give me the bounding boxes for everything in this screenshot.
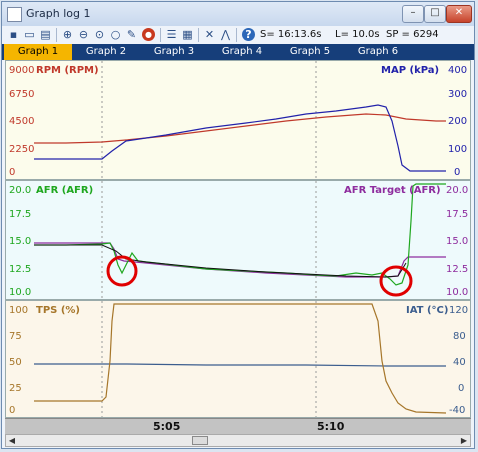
map-tick: 300: [448, 89, 468, 100]
afr-target-tick: 10.0: [446, 287, 469, 298]
rpm-tick: 4500: [9, 116, 35, 127]
rpm-map-plot: [34, 61, 446, 179]
window-title: Graph log 1: [26, 7, 91, 20]
toolbar-separator: [160, 28, 161, 42]
afr-tick: 12.5: [9, 264, 32, 275]
graph-tabs: Graph 1 Graph 2 Graph 3 Graph 4 Graph 5 …: [2, 44, 474, 60]
draw-icon[interactable]: ✎: [124, 27, 139, 42]
tps-tick: 75: [9, 331, 22, 342]
iat-tick: 40: [453, 357, 466, 368]
close-button[interactable]: ✕: [446, 5, 472, 23]
afr-tick: 17.5: [9, 209, 32, 220]
scroll-right-icon[interactable]: ▶: [458, 435, 470, 446]
toolbar-separator: [236, 28, 237, 42]
scroll-left-icon[interactable]: ◀: [6, 435, 18, 446]
rich-dip-highlight: [379, 265, 413, 297]
maximize-button[interactable]: □: [424, 5, 446, 23]
time-axis: 5:05 5:10: [5, 418, 471, 434]
rpm-map-panel[interactable]: RPM (RPM) MAP (kPa) 9000 6750 4500 2250 …: [5, 60, 471, 180]
tab-graph-2[interactable]: Graph 2: [72, 44, 140, 60]
tps-tick: 0: [9, 405, 16, 416]
rpm-tick: 6750: [9, 89, 35, 100]
afr-axis-title: AFR (AFR): [36, 185, 94, 196]
tab-graph-5[interactable]: Graph 5: [276, 44, 344, 60]
zoom-out-icon[interactable]: ⊖: [76, 27, 91, 42]
afr-plot: [34, 181, 446, 299]
afr-tick: 20.0: [9, 185, 32, 196]
tab-graph-3[interactable]: Graph 3: [140, 44, 208, 60]
time-label: 5:10: [317, 420, 345, 433]
graph-log-window: Graph log 1 – □ ✕ ▪ ▭ ▤ ⊕ ⊖ ⊙ ○ ✎ ● ☰ ▦ …: [1, 1, 475, 449]
afr-target-tick: 15.0: [446, 236, 469, 247]
tab-graph-1[interactable]: Graph 1: [4, 44, 72, 60]
tps-iat-plot: [34, 301, 447, 417]
tps-tick: 25: [9, 383, 22, 394]
afr-target-tick: 17.5: [446, 209, 469, 220]
map-tick: 0: [454, 167, 461, 178]
tps-iat-panel[interactable]: TPS (%) IAT (°C) 100 75 50 25 0 120 80 4…: [5, 300, 471, 418]
map-tick: 200: [448, 116, 468, 127]
stop-icon[interactable]: ●: [142, 28, 155, 41]
time-label: 5:05: [153, 420, 181, 433]
status-length: L= 10.0s: [335, 29, 380, 40]
tab-graph-6[interactable]: Graph 6: [344, 44, 412, 60]
afr-tick: 10.0: [9, 287, 32, 298]
rpm-axis-title: RPM (RPM): [36, 65, 99, 76]
export-icon[interactable]: ▤: [38, 27, 53, 42]
tab-graph-4[interactable]: Graph 4: [208, 44, 276, 60]
iat-trace: [34, 363, 446, 367]
title-bar[interactable]: Graph log 1 – □ ✕: [2, 2, 474, 26]
zoom-fit-icon[interactable]: ⊙: [92, 27, 107, 42]
lean-dip-highlight: [106, 255, 138, 287]
zoom-in-icon[interactable]: ⊕: [60, 27, 75, 42]
iat-tick: 80: [453, 331, 466, 342]
rpm-trace: [34, 113, 446, 144]
open-icon[interactable]: ▭: [22, 27, 37, 42]
iat-tick: 0: [458, 383, 465, 394]
tps-tick: 50: [9, 357, 22, 368]
toolbar: ▪ ▭ ▤ ⊕ ⊖ ⊙ ○ ✎ ● ☰ ▦ ✕ ⋀ ? S= 16:13.6s …: [2, 26, 474, 44]
horizontal-scrollbar[interactable]: ◀ ▶: [5, 434, 471, 447]
save-icon[interactable]: ▪: [6, 27, 21, 42]
afr-target-tick: 12.5: [446, 264, 469, 275]
iat-tick: 120: [449, 305, 469, 316]
tps-axis-title: TPS (%): [36, 305, 80, 316]
scroll-thumb[interactable]: [192, 436, 208, 445]
afr-panel[interactable]: AFR (AFR) AFR Target (AFR) 20.0 17.5 15.…: [5, 180, 471, 300]
map-tick: 400: [448, 65, 468, 76]
status-start: S= 16:13.6s: [260, 29, 322, 40]
zoom-icon[interactable]: ○: [108, 27, 123, 42]
map-tick: 100: [448, 144, 468, 155]
iat-axis-title: IAT (°C): [406, 305, 449, 316]
rpm-tick: 9000: [9, 65, 35, 76]
tps-tick: 100: [9, 305, 29, 316]
afr-average-trace: [34, 244, 407, 278]
tools-icon[interactable]: ✕: [202, 27, 217, 42]
afr-target-axis-title: AFR Target (AFR): [344, 185, 441, 196]
status-sp: SP = 6294: [386, 29, 439, 40]
properties-icon[interactable]: ▦: [180, 27, 195, 42]
help-icon[interactable]: ?: [242, 28, 255, 41]
afr-tick: 15.0: [9, 236, 32, 247]
map-axis-title: MAP (kPa): [381, 65, 440, 76]
graph-app-icon: [7, 7, 22, 22]
rpm-tick: 0: [9, 167, 16, 178]
rpm-tick: 2250: [9, 144, 35, 155]
toolbar-separator: [198, 28, 199, 42]
toolbar-separator: [56, 28, 57, 42]
afr-target-tick: 20.0: [446, 185, 469, 196]
tps-trace: [34, 303, 447, 414]
minimize-button[interactable]: –: [402, 5, 424, 23]
iat-tick: -40: [449, 405, 466, 416]
chart-icon[interactable]: ⋀: [218, 27, 233, 42]
list-icon[interactable]: ☰: [164, 27, 179, 42]
